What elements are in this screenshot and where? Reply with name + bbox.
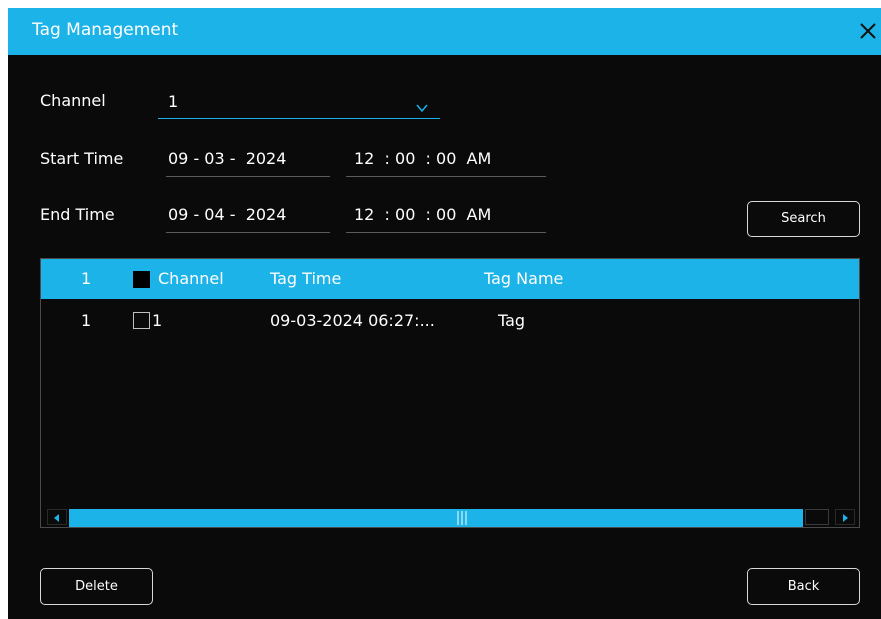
row-checkbox[interactable] xyxy=(133,312,150,329)
close-icon[interactable] xyxy=(856,18,880,44)
scroll-right-button[interactable] xyxy=(835,509,855,525)
start-date-value: 09 - 03 - 2024 xyxy=(168,149,287,168)
arrow-left-icon xyxy=(54,514,59,522)
scroll-track-end xyxy=(805,509,829,525)
scroll-thumb[interactable] xyxy=(69,509,803,527)
channel-select-value: 1 xyxy=(168,92,179,111)
tag-management-dialog: Tag Management Channel 1 Start Time 09 -… xyxy=(8,8,881,619)
row-tag-time: 09-03-2024 06:27:... xyxy=(270,311,435,330)
end-time-field[interactable]: 12 : 00 : 00 AM xyxy=(346,202,546,233)
select-all-checkbox[interactable] xyxy=(133,271,150,288)
start-time-value: 12 : 00 : 00 AM xyxy=(354,149,492,168)
header-tag-time: Tag Time xyxy=(270,269,342,288)
end-date-value: 09 - 04 - 2024 xyxy=(168,205,287,224)
table-header: 1 Channel Tag Time Tag Name xyxy=(41,259,859,299)
end-time-value: 12 : 00 : 00 AM xyxy=(354,205,492,224)
start-date-field[interactable]: 09 - 03 - 2024 xyxy=(166,146,330,177)
grip-icon xyxy=(457,511,467,525)
channel-label: Channel xyxy=(40,91,106,110)
arrow-right-icon xyxy=(843,514,848,522)
start-time-field[interactable]: 12 : 00 : 00 AM xyxy=(346,146,546,177)
row-channel: 1 xyxy=(152,311,163,330)
tag-table: 1 Channel Tag Time Tag Name 1 1 09-03-20… xyxy=(40,258,860,528)
table-row[interactable]: 1 1 09-03-2024 06:27:... Tag xyxy=(41,299,859,339)
row-tag-name: Tag xyxy=(498,311,526,330)
back-button[interactable]: Back xyxy=(747,568,860,605)
horizontal-scrollbar[interactable] xyxy=(41,505,859,527)
start-time-label: Start Time xyxy=(40,149,124,168)
chevron-down-icon xyxy=(416,98,428,113)
title-bar: Tag Management xyxy=(8,8,881,55)
dialog-title: Tag Management xyxy=(32,20,179,40)
header-tag-name: Tag Name xyxy=(484,269,564,288)
header-index: 1 xyxy=(81,269,92,288)
end-time-label: End Time xyxy=(40,205,115,224)
header-channel: Channel xyxy=(158,269,224,288)
scroll-left-button[interactable] xyxy=(47,509,67,525)
row-index: 1 xyxy=(81,311,92,330)
channel-select[interactable]: 1 xyxy=(158,90,440,119)
delete-button[interactable]: Delete xyxy=(40,568,153,605)
end-date-field[interactable]: 09 - 04 - 2024 xyxy=(166,202,330,233)
search-button[interactable]: Search xyxy=(747,201,860,237)
